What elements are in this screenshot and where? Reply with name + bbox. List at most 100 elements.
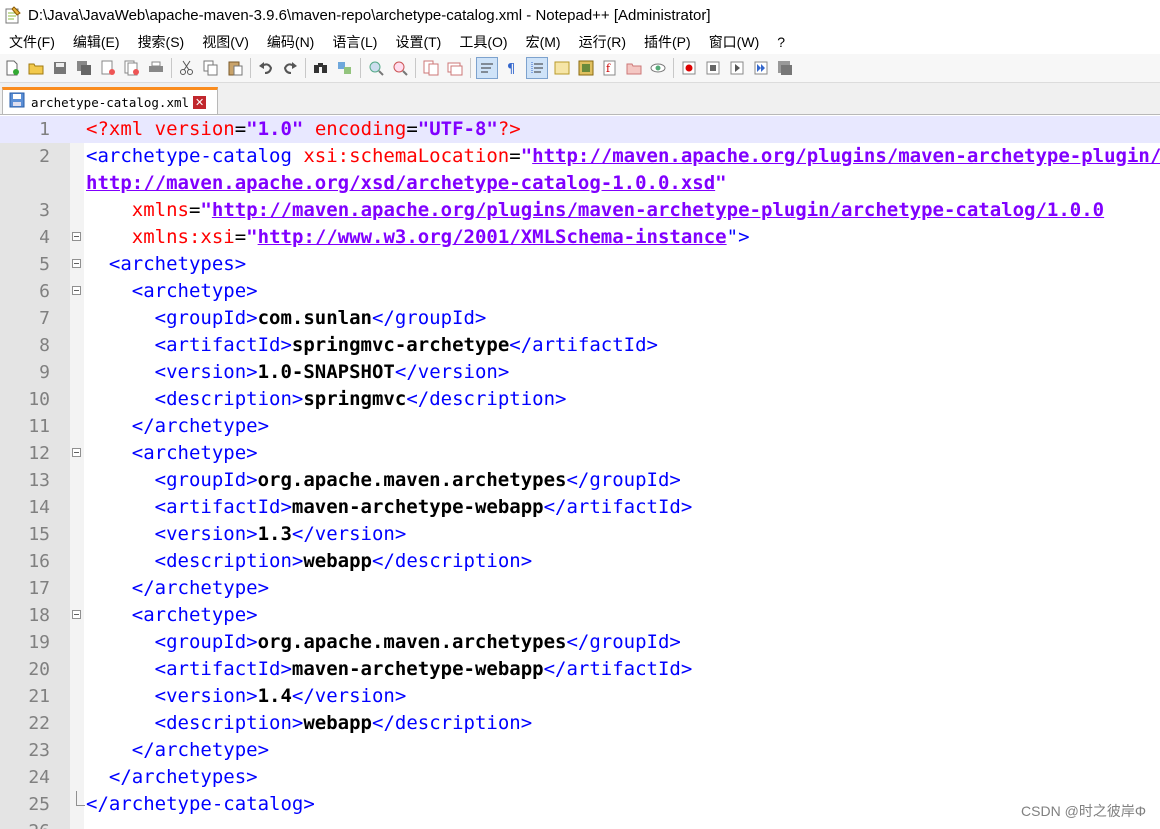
save-all-icon[interactable] — [74, 58, 94, 78]
record-macro-icon[interactable] — [679, 58, 699, 78]
code-editor[interactable]: 1 <?xml version="1.0" encoding="UTF-8"?>… — [0, 116, 1160, 829]
xml-tag: </version> — [291, 685, 407, 707]
sync-vertical-icon[interactable] — [421, 58, 441, 78]
menu-run[interactable]: 运行(R) — [570, 32, 635, 52]
show-all-chars-icon[interactable]: ¶ — [502, 58, 522, 78]
xml-url-link[interactable]: http://maven.apache.org/plugins/maven-ar… — [532, 145, 1160, 167]
indent-guide-icon[interactable] — [526, 57, 548, 79]
undo-icon[interactable] — [256, 58, 276, 78]
menu-search[interactable]: 搜索(S) — [129, 32, 194, 52]
zoom-out-icon[interactable] — [390, 58, 410, 78]
word-wrap-icon[interactable] — [476, 57, 498, 79]
toolbar-separator — [415, 58, 416, 78]
close-all-icon[interactable] — [122, 58, 142, 78]
stop-record-icon[interactable] — [703, 58, 723, 78]
fold-toggle[interactable] — [72, 232, 81, 241]
fold-toggle[interactable] — [72, 286, 81, 295]
save-macro-icon[interactable] — [775, 58, 795, 78]
xml-attr: encoding — [303, 118, 407, 140]
new-file-icon[interactable] — [2, 58, 22, 78]
xml-tag: </description> — [372, 712, 533, 734]
copy-icon[interactable] — [201, 58, 221, 78]
artifact-id-value: maven-archetype-webapp — [291, 496, 544, 518]
menu-window[interactable]: 窗口(W) — [700, 32, 769, 52]
menu-file[interactable]: 文件(F) — [0, 32, 64, 52]
xml-attr: xsi:schemaLocation — [303, 145, 510, 167]
code-text: <version>1.3</version> — [86, 521, 407, 548]
tab-archetype-catalog[interactable]: archetype-catalog.xml ✕ — [2, 87, 218, 114]
menu-encoding[interactable]: 编码(N) — [258, 32, 323, 52]
xml-url-link[interactable]: http://www.w3.org/2001/XMLSchema-instanc… — [258, 226, 727, 248]
code-text: <version>1.0-SNAPSHOT</version> — [86, 359, 510, 386]
code-text: </archetype-catalog> — [86, 793, 315, 815]
fold-toggle[interactable] — [72, 448, 81, 457]
xml-tag: <description> — [154, 388, 304, 410]
line-number: 17 — [28, 578, 50, 599]
user-lang-icon[interactable] — [552, 58, 572, 78]
print-icon[interactable] — [146, 58, 166, 78]
xml-tag: </groupId> — [566, 469, 681, 491]
xml-quote: " — [246, 226, 258, 248]
replace-icon[interactable] — [335, 58, 355, 78]
editor-line: 25 </archetype-catalog> — [0, 791, 1160, 818]
code-text: <description>webapp</description> — [86, 710, 533, 737]
xml-tag: </description> — [372, 550, 533, 572]
function-list-icon[interactable]: f — [600, 58, 620, 78]
xml-tag: <artifactId> — [154, 334, 292, 356]
open-file-icon[interactable] — [26, 58, 46, 78]
xml-eq: = — [406, 118, 418, 140]
editor-line: 6 <archetype> — [0, 278, 1160, 305]
find-icon[interactable] — [311, 58, 331, 78]
line-number: 15 — [28, 524, 50, 545]
editor-line: 19 <groupId>org.apache.maven.archetypes<… — [0, 629, 1160, 656]
zoom-in-icon[interactable] — [366, 58, 386, 78]
menu-tools[interactable]: 工具(O) — [450, 32, 516, 52]
editor-line: 8 <artifactId>springmvc-archetype</artif… — [0, 332, 1160, 359]
menu-plugins[interactable]: 插件(P) — [635, 32, 700, 52]
fold-end-marker — [76, 791, 85, 806]
window-title: D:\Java\JavaWeb\apache-maven-3.9.6\maven… — [28, 6, 711, 24]
code-text: <groupId>org.apache.maven.archetypes</gr… — [86, 467, 681, 494]
group-id-value: org.apache.maven.archetypes — [257, 631, 567, 653]
xml-tag: </groupId> — [566, 631, 681, 653]
xml-url-link[interactable]: http://maven.apache.org/xsd/archetype-ca… — [86, 172, 715, 194]
save-icon[interactable] — [50, 58, 70, 78]
doc-map-icon[interactable] — [576, 58, 596, 78]
menu-help[interactable]: ? — [768, 34, 794, 50]
run-multiple-icon[interactable] — [751, 58, 771, 78]
close-tab-icon[interactable]: ✕ — [193, 95, 207, 109]
fold-toggle[interactable] — [72, 259, 81, 268]
description-value: webapp — [303, 712, 372, 734]
menu-view[interactable]: 视图(V) — [193, 32, 258, 52]
play-macro-icon[interactable] — [727, 58, 747, 78]
menu-macro[interactable]: 宏(M) — [517, 32, 570, 52]
xml-eq: = — [234, 226, 247, 248]
notepadpp-app-icon — [4, 6, 22, 24]
menu-settings[interactable]: 设置(T) — [386, 32, 450, 52]
svg-text:¶: ¶ — [507, 62, 515, 76]
cut-icon[interactable] — [177, 58, 197, 78]
folder-workspace-icon[interactable] — [624, 58, 644, 78]
close-icon[interactable] — [98, 58, 118, 78]
editor-line: 13 <groupId>org.apache.maven.archetypes<… — [0, 467, 1160, 494]
code-text: </archetype> — [86, 577, 270, 599]
sync-horizontal-icon[interactable] — [445, 58, 465, 78]
menu-language[interactable]: 语言(L) — [323, 32, 386, 52]
title-bar: D:\Java\JavaWeb\apache-maven-3.9.6\maven… — [0, 0, 1160, 30]
paste-icon[interactable] — [225, 58, 245, 78]
xml-url-link[interactable]: http://maven.apache.org/plugins/maven-ar… — [212, 199, 1104, 221]
monitor-icon[interactable] — [648, 58, 668, 78]
redo-icon[interactable] — [280, 58, 300, 78]
menu-edit[interactable]: 编辑(E) — [64, 32, 129, 52]
code-text: <archetype> — [86, 280, 258, 302]
fold-toggle[interactable] — [72, 610, 81, 619]
line-number: 22 — [28, 713, 50, 734]
